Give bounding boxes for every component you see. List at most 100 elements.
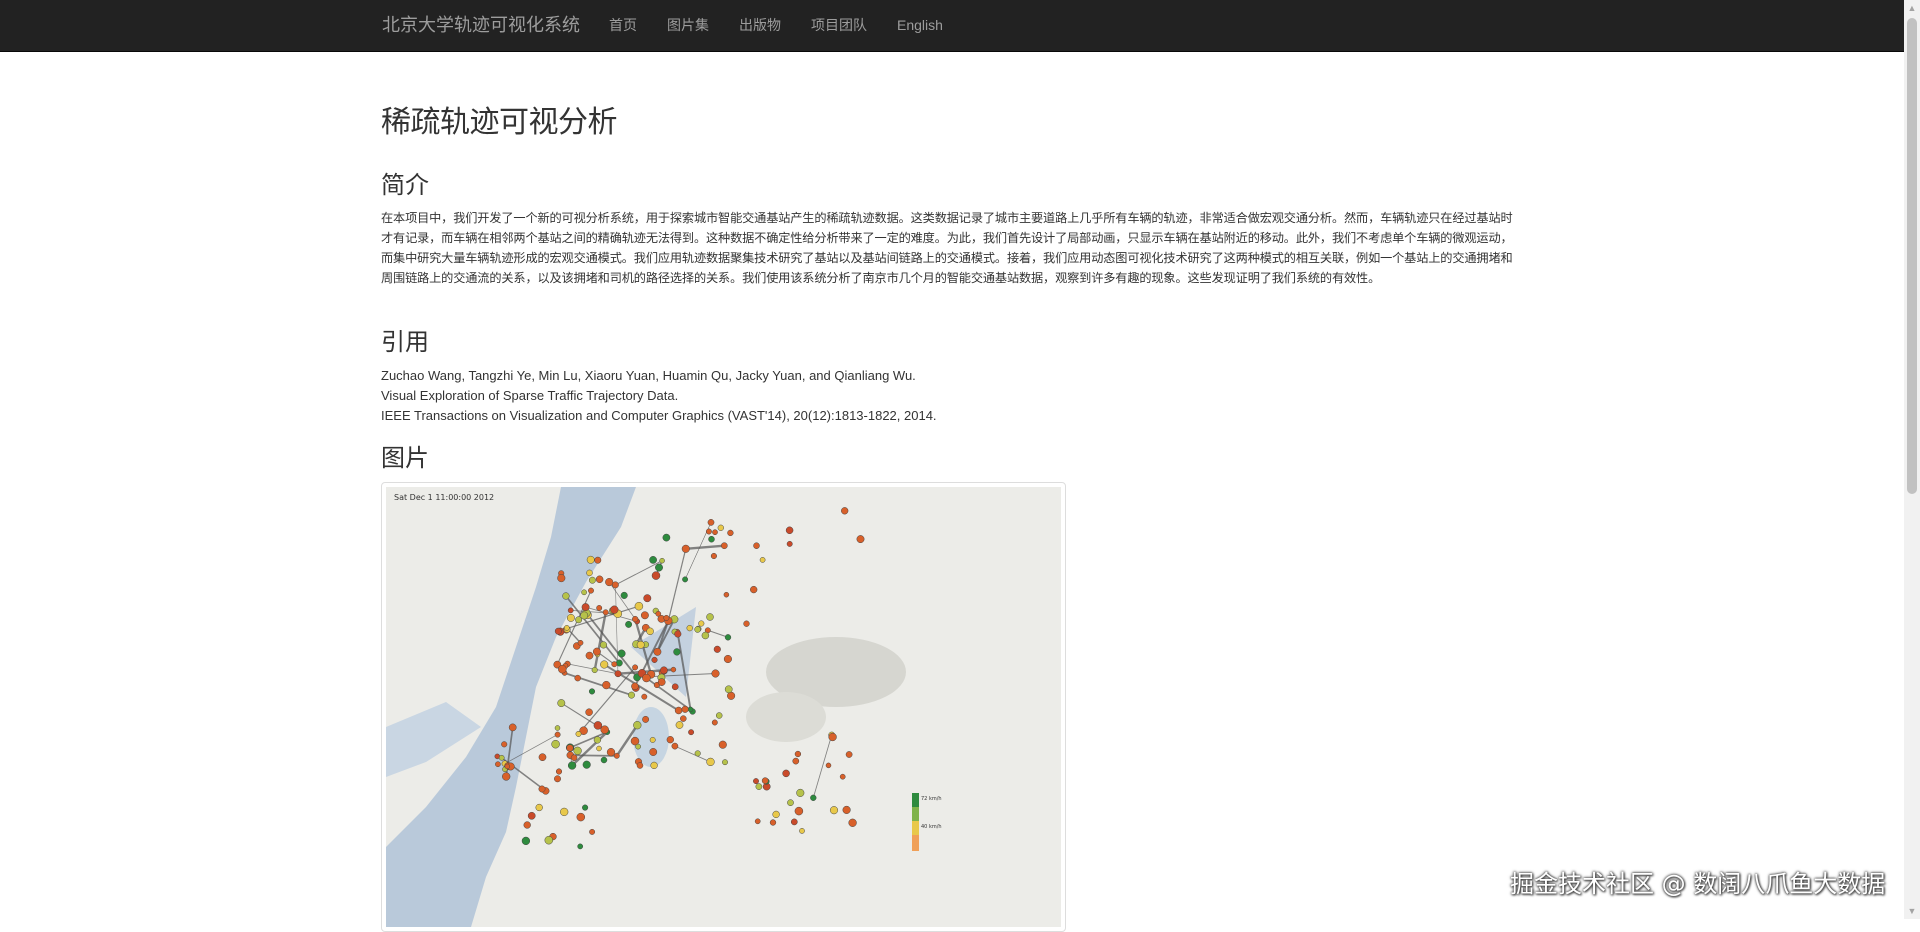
watermark-text: 掘金技术社区 @ 数阔八爪鱼大数据 [1510, 870, 1886, 898]
traffic-station [577, 639, 584, 646]
traffic-station [588, 576, 596, 584]
traffic-station [688, 729, 695, 736]
traffic-station [705, 528, 712, 535]
traffic-station [498, 754, 505, 761]
traffic-station [653, 647, 662, 656]
traffic-station [715, 712, 723, 719]
traffic-station [641, 693, 648, 700]
traffic-map-image[interactable]: Sat Dec 1 11:00:00 2012 72 km/h 40 km/h [381, 482, 1066, 932]
traffic-station [582, 804, 589, 811]
traffic-station [708, 535, 715, 543]
traffic-station [595, 575, 604, 584]
traffic-station [675, 721, 684, 729]
traffic-station [508, 723, 517, 732]
traffic-station [674, 630, 682, 638]
legend-swatch-fast [912, 793, 919, 807]
traffic-station [634, 601, 644, 611]
legend-swatch-slowest [912, 835, 919, 851]
traffic-station [687, 706, 694, 713]
traffic-station [614, 670, 622, 678]
legend-label-top: 72 km/h [921, 796, 942, 802]
citation-heading: 引用 [381, 328, 429, 356]
traffic-station [673, 648, 681, 656]
traffic-station [686, 624, 693, 632]
traffic-station [596, 605, 603, 611]
traffic-station [845, 751, 853, 758]
traffic-station [538, 753, 547, 762]
nav-link-team[interactable]: 项目团队 [811, 0, 867, 50]
traffic-station [718, 740, 727, 749]
traffic-station [799, 828, 805, 834]
traffic-station [772, 810, 780, 819]
traffic-station [671, 742, 679, 750]
traffic-station [790, 818, 798, 826]
traffic-station [554, 627, 562, 635]
traffic-station [635, 743, 641, 750]
traffic-station [602, 609, 609, 616]
traffic-station [504, 763, 511, 770]
traffic-station [698, 620, 705, 627]
traffic-station [573, 746, 582, 755]
traffic-station [501, 741, 508, 748]
traffic-station [643, 594, 652, 603]
traffic-station [521, 836, 531, 846]
traffic-station [753, 542, 760, 549]
traffic-station [842, 805, 851, 814]
traffic-station [562, 592, 570, 600]
traffic-station [769, 819, 777, 826]
traffic-station [674, 706, 683, 715]
traffic-station [596, 745, 602, 752]
intro-heading: 简介 [381, 171, 429, 199]
traffic-station [794, 750, 802, 758]
traffic-station [681, 544, 690, 553]
citation-title: Visual Exploration of Sparse Traffic Tra… [381, 388, 679, 403]
citation-venue: IEEE Transactions on Visualization and C… [381, 408, 937, 423]
triangle-down-icon[interactable]: ▼ [1904, 903, 1920, 919]
traffic-station [605, 578, 614, 587]
traffic-station [682, 576, 689, 583]
traffic-station [750, 585, 758, 594]
traffic-station [574, 674, 581, 682]
traffic-station [651, 571, 661, 580]
traffic-station [722, 759, 728, 766]
traffic-station [632, 615, 639, 623]
scrollbar-thumb[interactable] [1907, 18, 1917, 494]
nav-link-publications[interactable]: 出版物 [739, 0, 781, 50]
traffic-station [761, 777, 769, 785]
vertical-scrollbar[interactable]: ▲ ▼ [1904, 0, 1920, 919]
traffic-station [554, 775, 561, 783]
traffic-station [711, 669, 720, 678]
traffic-station [720, 542, 728, 550]
traffic-station [657, 678, 666, 686]
traffic-station [640, 611, 649, 620]
nav-link-english[interactable]: English [897, 0, 943, 50]
legend-label-mid: 40 km/h [921, 824, 942, 830]
traffic-station [671, 683, 679, 691]
triangle-up-icon[interactable]: ▲ [1904, 0, 1920, 16]
traffic-station [839, 773, 846, 780]
traffic-station [567, 607, 574, 614]
traffic-station [600, 725, 609, 734]
traffic-station [613, 752, 620, 759]
traffic-station [782, 769, 790, 778]
nav-link-gallery[interactable]: 图片集 [667, 0, 709, 50]
navbar-brand[interactable]: 北京大学轨迹可视化系统 [382, 0, 580, 50]
intro-paragraph: 在本项目中，我们开发了一个新的可视分析系统，用于探索城市智能交通基站产生的稀疏轨… [381, 211, 1513, 285]
traffic-station [717, 524, 724, 531]
traffic-station [600, 660, 609, 669]
traffic-station [825, 762, 832, 769]
traffic-station [585, 651, 594, 660]
traffic-map-graphic: Sat Dec 1 11:00:00 2012 72 km/h 40 km/h [386, 487, 1061, 927]
traffic-station [610, 605, 619, 614]
traffic-station [576, 812, 586, 822]
nav-link-home[interactable]: 首页 [609, 0, 637, 50]
traffic-station [502, 772, 511, 781]
traffic-station [723, 654, 732, 664]
traffic-station [617, 649, 626, 658]
traffic-station [566, 613, 575, 622]
traffic-station [743, 620, 750, 627]
traffic-station [787, 799, 794, 807]
traffic-station [706, 757, 715, 767]
traffic-station [620, 591, 628, 599]
traffic-station [563, 625, 570, 631]
